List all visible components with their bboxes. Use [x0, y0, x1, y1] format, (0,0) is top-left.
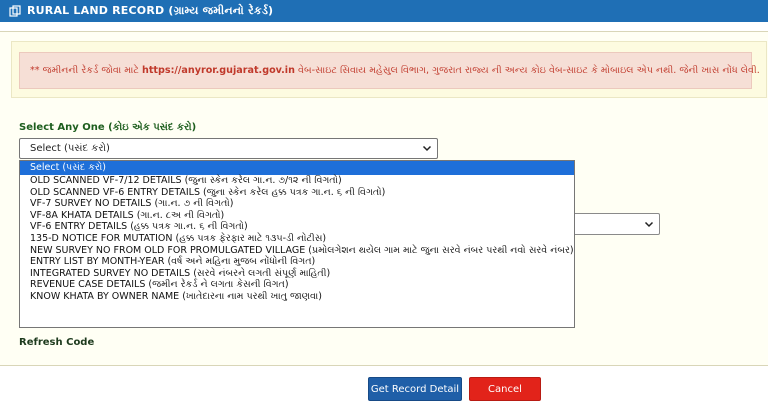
record-type-select[interactable]: Select (પસંદ કરો) — [19, 138, 438, 159]
dropdown-option[interactable]: OLD SCANNED VF-7/12 DETAILS (જુના સ્કેન … — [20, 175, 574, 187]
cancel-button[interactable]: Cancel — [469, 377, 541, 401]
dropdown-option[interactable]: VF-8A KHATA DETAILS (ગા.ન. ૮અ ની વિગતો) — [20, 210, 574, 222]
dropdown-option[interactable]: INTEGRATED SURVEY NO DETAILS (સરવે નંબરન… — [20, 268, 574, 280]
dropdown-option[interactable]: Select (પસંદ કરો) — [20, 161, 574, 175]
get-record-detail-button[interactable]: Get Record Detail — [368, 377, 462, 401]
notice-prefix: ** જમીનની રેકર્ડ જોવા માટે — [30, 65, 139, 76]
dropdown-option[interactable]: NEW SURVEY NO FROM OLD FOR PROMULGATED V… — [20, 245, 574, 257]
dropdown-option[interactable]: ENTRY LIST BY MONTH-YEAR (વર્ષ અને મહિના… — [20, 256, 574, 268]
dropdown-option[interactable]: 135-D NOTICE FOR MUTATION (હક્ક પત્રક ફે… — [20, 233, 574, 245]
dropdown-option[interactable]: KNOW KHATA BY OWNER NAME (ખાતેદારના નામ … — [20, 291, 574, 303]
page-title: RURAL LAND RECORD (ગ્રામ્ય જમીનનો રેકર્ડ… — [27, 4, 274, 17]
notice-suffix: વેબ-સાઇટ સિવાય મહેસુલ વિભાગ, ગુજરાત રાજ્… — [297, 65, 760, 76]
notice-banner: ** જમીનની રેકર્ડ જોવા માટે https://anyro… — [19, 52, 760, 89]
chevron-down-icon — [644, 219, 654, 229]
record-type-dropdown-list[interactable]: Select (પસંદ કરો) OLD SCANNED VF-7/12 DE… — [19, 160, 575, 328]
notice-url: https://anyror.gujarat.gov.in — [142, 65, 295, 76]
dropdown-option[interactable]: VF-6 ENTRY DETAILS (હક્ક પત્રક ગા.ન. ૬ ન… — [20, 221, 574, 233]
dropdown-option[interactable]: VF-7 SURVEY NO DETAILS (ગા.ન. ૭ ની વિગતો… — [20, 198, 574, 210]
dropdown-option[interactable]: REVENUE CASE DETAILS (જમીન રેકર્ડ ને લગત… — [20, 279, 574, 291]
refresh-code-link[interactable]: Refresh Code — [19, 337, 94, 348]
dropdown-option[interactable]: OLD SCANNED VF-6 ENTRY DETAILS (જુના સ્ક… — [20, 187, 574, 199]
app-header: RURAL LAND RECORD (ગ્રામ્ય જમીનનો રેકર્ડ… — [0, 0, 768, 22]
select-value: Select (પસંદ કરો) — [30, 143, 110, 154]
select-label: Select Any One (કોઇ એક પસંદ કરો) — [19, 122, 197, 133]
copy-icon — [7, 3, 23, 19]
chevron-down-icon — [422, 143, 432, 153]
